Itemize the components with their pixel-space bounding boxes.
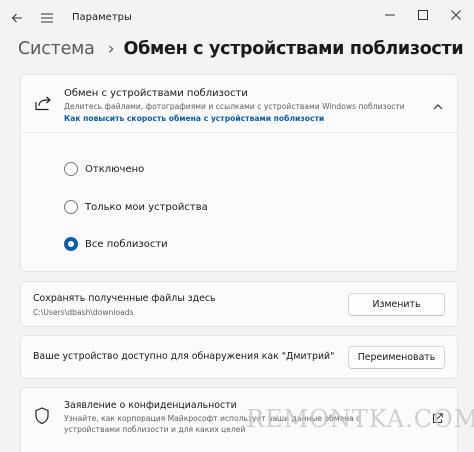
radio-option-my-devices[interactable]: Только мои устройства [64, 198, 208, 216]
title-bar: Параметры [0, 0, 474, 36]
page-title: Обмен с устройствами поблизости [123, 39, 464, 59]
nearby-sharing-header[interactable]: Обмен с устройствами поблизости Делитесь… [21, 75, 457, 133]
share-icon [34, 94, 52, 112]
radio-label: Все поблизости [85, 238, 168, 250]
radio-label: Отключено [85, 163, 145, 175]
radio-button[interactable] [64, 200, 78, 214]
watermark: REMONTKA.COM [246, 405, 474, 433]
back-arrow-icon[interactable] [8, 9, 26, 27]
breadcrumb: Система › Обмен с устройствами поблизост… [18, 36, 464, 62]
privacy-title: Заявление о конфиденциальности [64, 400, 237, 411]
minimize-icon[interactable] [378, 5, 402, 25]
nearby-sharing-description: Делитесь файлами, фотографиями и ссылкам… [64, 102, 405, 111]
chevron-right-icon: › [107, 39, 115, 59]
nearby-sharing-title: Обмен с устройствами поблизости [64, 88, 248, 99]
radio-button[interactable] [64, 162, 78, 176]
close-icon[interactable] [444, 5, 468, 25]
privacy-description-line2: устройствами поблизости и для каких целе… [64, 425, 246, 434]
radio-button-selected[interactable] [64, 237, 78, 251]
speed-help-link[interactable]: Как повысить скорость обмена с устройств… [64, 114, 324, 123]
app-title: Параметры [72, 12, 132, 23]
discoverable-name-card: Ваше устройство доступно для обнаружения… [20, 335, 458, 379]
shield-icon [34, 407, 50, 425]
nearby-sharing-card: Обмен с устройствами поблизости Делитесь… [20, 74, 458, 272]
radio-option-off[interactable]: Отключено [64, 160, 144, 178]
change-folder-button[interactable]: Изменить [348, 293, 445, 316]
save-location-card: Сохранять полученные файлы здесь C:\User… [20, 281, 458, 327]
hamburger-menu-icon[interactable] [38, 9, 56, 27]
rename-button[interactable]: Переименовать [348, 346, 445, 369]
radio-option-everyone[interactable]: Все поблизости [64, 235, 168, 253]
discoverable-name-text: Ваше устройство доступно для обнаружения… [33, 351, 335, 362]
breadcrumb-root-link[interactable]: Система [18, 39, 95, 59]
radio-label: Только мои устройства [85, 201, 208, 213]
save-location-path: C:\Users\dbash\downloads [33, 308, 134, 317]
maximize-icon[interactable] [411, 5, 435, 25]
save-location-title: Сохранять полученные файлы здесь [33, 293, 216, 304]
chevron-up-icon[interactable] [432, 98, 444, 110]
